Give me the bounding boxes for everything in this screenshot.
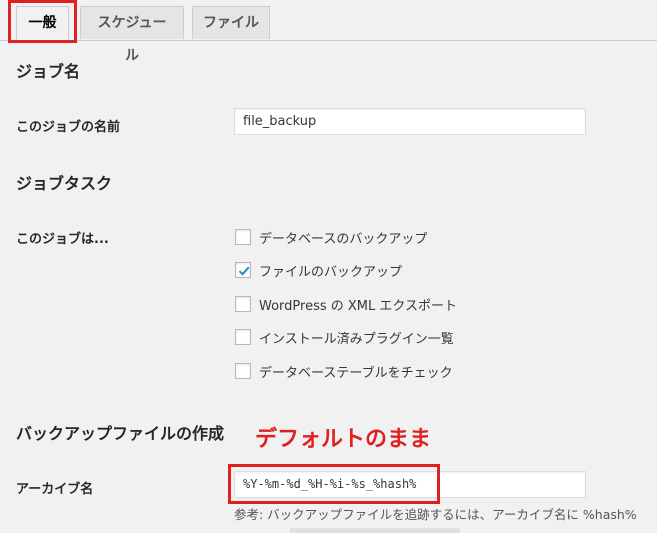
- backup-file-heading: バックアップファイルの作成: [16, 424, 225, 443]
- job-name-heading: ジョブ名: [16, 62, 81, 81]
- file-backup-checkbox[interactable]: [235, 262, 251, 278]
- archive-name-note: 参考: バックアップファイルを追跡するには、アーカイブ名に %hash%: [234, 507, 637, 522]
- job-name-label: このジョブの名前: [16, 120, 121, 135]
- db-backup-label: データベースのバックアップ: [259, 231, 428, 247]
- job-tasks-label: このジョブは...: [16, 232, 109, 247]
- bottom-button-edge: [290, 528, 460, 533]
- db-backup-checkbox[interactable]: [235, 229, 251, 245]
- plugin-list-label: インストール済みプラグイン一覧: [259, 331, 454, 347]
- file-backup-label: ファイルのバックアップ: [259, 264, 403, 280]
- plugin-list-checkbox[interactable]: [235, 329, 251, 345]
- db-check-label: データベーステーブルをチェック: [259, 365, 453, 381]
- tab-bar: 一般 スケジュール ファイル: [0, 0, 657, 64]
- wp-export-label: WordPress の XML エクスポート: [259, 298, 457, 314]
- archive-name-highlight-box: [228, 464, 440, 504]
- task-option-file-backup[interactable]: ファイルのバックアップ: [235, 261, 403, 280]
- wp-export-checkbox[interactable]: [235, 296, 251, 312]
- task-option-db-backup[interactable]: データベースのバックアップ: [235, 228, 428, 247]
- job-name-input[interactable]: file_backup: [234, 108, 586, 135]
- db-check-checkbox[interactable]: [235, 363, 251, 379]
- tab-files[interactable]: ファイル: [192, 6, 270, 39]
- task-option-plugin-list[interactable]: インストール済みプラグイン一覧: [235, 328, 454, 347]
- general-tab-highlight-box: [8, 0, 77, 43]
- task-option-db-check[interactable]: データベーステーブルをチェック: [235, 362, 453, 381]
- task-option-wp-export[interactable]: WordPress の XML エクスポート: [235, 295, 457, 314]
- checkmark-icon: [238, 266, 250, 276]
- job-tasks-heading: ジョブタスク: [16, 174, 113, 193]
- annotation-text: デフォルトのまま: [255, 427, 432, 452]
- tab-schedule[interactable]: スケジュール: [80, 6, 184, 64]
- archive-name-label: アーカイブ名: [16, 482, 94, 497]
